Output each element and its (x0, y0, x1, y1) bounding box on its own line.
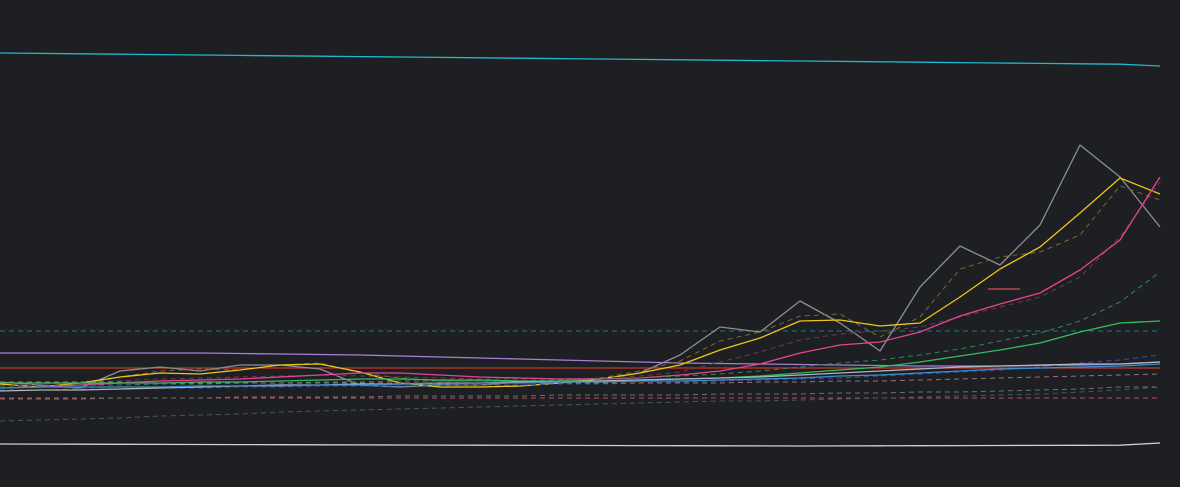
chart-area (0, 0, 1180, 487)
plot-background (0, 0, 1180, 487)
line-chart (0, 0, 1180, 487)
